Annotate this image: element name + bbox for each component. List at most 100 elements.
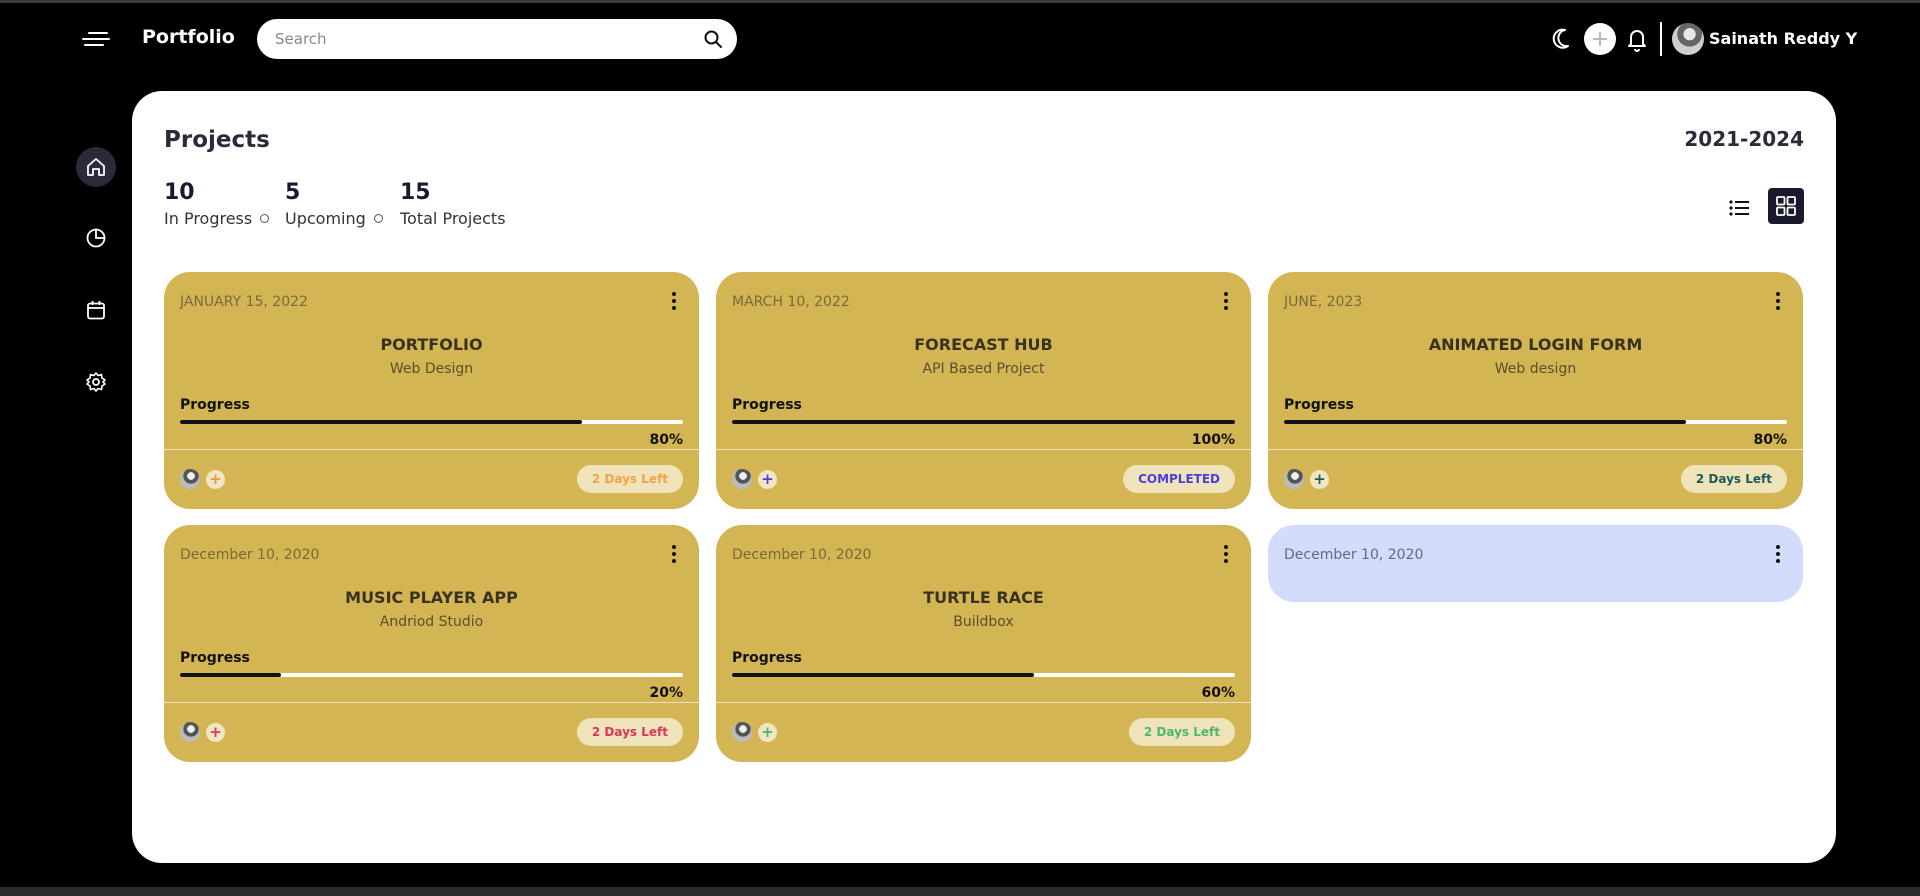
add-member-icon[interactable]: + (206, 470, 225, 489)
calendar-icon (87, 301, 105, 320)
progress-label: Progress (1284, 397, 1354, 413)
project-date: December 10, 2020 (180, 547, 320, 563)
add-member-icon[interactable]: + (206, 723, 225, 742)
project-category: API Based Project (922, 361, 1045, 377)
stat-value: 15 (400, 180, 431, 205)
stat-label: In Progress (164, 209, 253, 228)
search-bar[interactable] (257, 19, 737, 59)
project-card[interactable]: MARCH 10, 2022 FORECAST HUB API Based Pr… (716, 272, 1251, 509)
progress-label: Progress (180, 397, 250, 413)
avatar[interactable] (1672, 23, 1704, 55)
progress-fill (180, 420, 583, 424)
project-title: MUSIC PLAYER APP (345, 588, 518, 607)
project-title: ANIMATED LOGIN FORM (1428, 335, 1643, 354)
member-avatar[interactable] (732, 722, 752, 742)
sidebar-item-home[interactable] (76, 147, 116, 187)
project-date: December 10, 2020 (732, 547, 872, 563)
add-member-icon[interactable]: + (758, 723, 777, 742)
stat-total-projects: 15 Total Projects (400, 180, 506, 228)
user-name[interactable]: Sainath Reddy Y (1709, 29, 1857, 48)
project-date: December 10, 2020 (1284, 547, 1424, 563)
progress-bar (1284, 420, 1787, 424)
deadline-badge: 2 Days Left (576, 465, 683, 493)
bell-icon[interactable] (1624, 22, 1650, 56)
progress-fill (1284, 420, 1687, 424)
progress-fill (180, 673, 281, 677)
grid-view-button[interactable] (1768, 188, 1804, 224)
progress-percent: 80% (649, 432, 683, 448)
grid-view-icon (1776, 196, 1796, 216)
member-avatar[interactable] (180, 722, 200, 742)
status-dot-icon (260, 214, 270, 223)
pie-chart-icon (86, 228, 106, 248)
project-category: Web design (1494, 361, 1577, 377)
project-date: JANUARY 15, 2022 (180, 294, 308, 310)
project-category: Buildbox (953, 614, 1014, 630)
more-options-icon[interactable] (669, 290, 679, 312)
project-title: TURTLE RACE (923, 588, 1044, 607)
stat-in-progress: 10 In Progress (164, 180, 270, 228)
add-member-icon[interactable]: + (1310, 470, 1329, 489)
project-card[interactable]: December 10, 2020 MUSIC PLAYER APP Andri… (164, 525, 699, 762)
sidebar-item-settings[interactable] (76, 362, 116, 402)
progress-percent: 60% (1201, 685, 1235, 701)
more-options-icon[interactable] (669, 543, 679, 565)
stat-label: Upcoming (285, 209, 366, 228)
dark-mode-icon[interactable] (1548, 22, 1574, 56)
sidebar-item-calendar[interactable] (76, 290, 116, 330)
add-icon[interactable] (1584, 23, 1616, 55)
home-icon (87, 158, 105, 176)
progress-label: Progress (180, 650, 250, 666)
header-divider (1660, 22, 1662, 56)
progress-bar (732, 420, 1235, 424)
deadline-badge: 2 Days Left (1680, 465, 1787, 493)
list-view-icon[interactable] (1725, 193, 1755, 223)
search-icon[interactable] (703, 29, 723, 49)
progress-fill (732, 420, 1235, 424)
add-member-icon[interactable]: + (758, 470, 777, 489)
member-avatar[interactable] (1284, 469, 1304, 489)
project-category: Web Design (389, 361, 474, 377)
card-divider (164, 449, 699, 450)
project-date: JUNE, 2023 (1284, 294, 1363, 310)
project-card[interactable]: JUNE, 2023 ANIMATED LOGIN FORM Web desig… (1268, 272, 1803, 509)
page-title: Projects (164, 127, 270, 153)
card-divider (1268, 449, 1803, 450)
projects-panel: Projects 2021-2024 10 In Progress 5 Upco… (132, 91, 1836, 863)
project-title: FORECAST HUB (914, 335, 1053, 354)
stat-value: 10 (164, 180, 195, 205)
progress-fill (732, 673, 1034, 677)
more-options-icon[interactable] (1773, 543, 1783, 565)
stat-upcoming: 5 Upcoming (285, 180, 383, 228)
window-bottom-border (0, 887, 1920, 896)
progress-percent: 80% (1753, 432, 1787, 448)
top-bar: Portfolio Sainath Reddy Y (0, 0, 1920, 78)
progress-bar (180, 673, 683, 677)
project-date: MARCH 10, 2022 (732, 294, 850, 310)
stat-value: 5 (285, 180, 301, 205)
deadline-badge: 2 Days Left (576, 718, 683, 746)
project-card[interactable]: December 10, 2020 TURTLE RACE Buildbox P… (716, 525, 1251, 762)
brand-title[interactable]: Portfolio (142, 26, 235, 48)
menu-icon[interactable] (82, 28, 112, 50)
project-card[interactable]: JANUARY 15, 2022 PORTFOLIO Web Design Pr… (164, 272, 699, 509)
more-options-icon[interactable] (1773, 290, 1783, 312)
status-dot-icon (373, 214, 383, 223)
project-card[interactable]: December 10, 2020 (1268, 525, 1803, 602)
progress-label: Progress (732, 650, 802, 666)
card-divider (716, 449, 1251, 450)
member-avatar[interactable] (732, 469, 752, 489)
search-input[interactable] (275, 27, 675, 51)
progress-bar (732, 673, 1235, 677)
project-title: PORTFOLIO (380, 335, 483, 354)
member-avatar[interactable] (180, 469, 200, 489)
year-range: 2021-2024 (1684, 127, 1804, 151)
more-options-icon[interactable] (1221, 543, 1231, 565)
deadline-badge: 2 Days Left (1128, 718, 1235, 746)
project-category: Andriod Studio (379, 614, 484, 630)
progress-percent: 100% (1191, 432, 1235, 448)
more-options-icon[interactable] (1221, 290, 1231, 312)
progress-label: Progress (732, 397, 802, 413)
sidebar-item-analytics[interactable] (76, 218, 116, 258)
card-divider (716, 702, 1251, 703)
